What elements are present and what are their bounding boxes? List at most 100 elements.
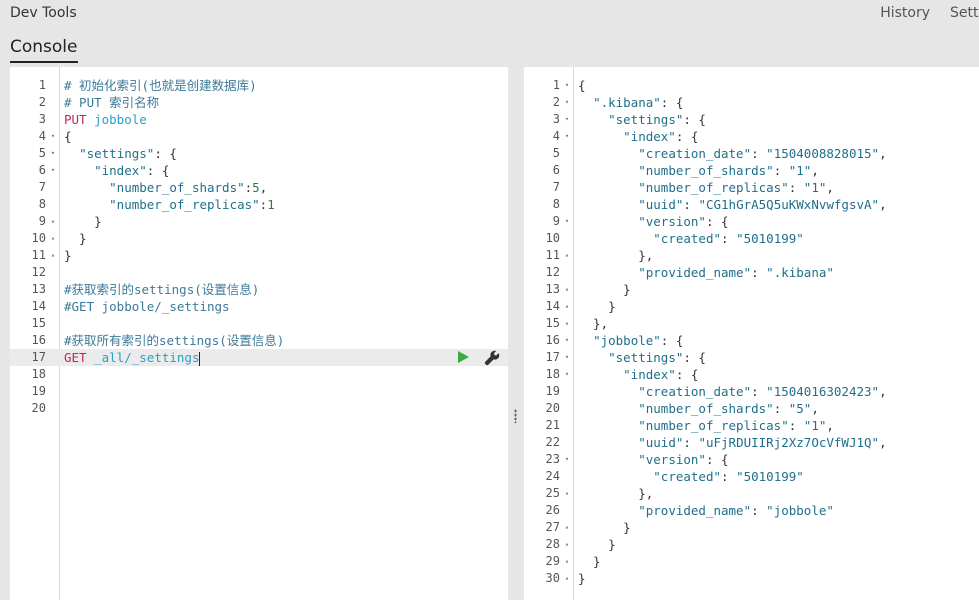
code-token: } <box>64 248 72 263</box>
fold-open-icon[interactable]: ▾ <box>563 366 571 383</box>
code-token: #GET jobbole/_settings <box>64 299 230 314</box>
fold-close-icon[interactable]: ▴ <box>563 485 571 502</box>
fold-open-icon[interactable]: ▾ <box>563 451 571 468</box>
code-token: "1" <box>803 418 827 433</box>
code-text: "version": { <box>578 213 729 230</box>
code-line[interactable]: 12 <box>10 264 508 281</box>
fold-open-icon[interactable]: ▾ <box>563 349 571 366</box>
code-token: : <box>751 265 767 280</box>
code-line: 16 ▾ "jobbole": { <box>524 332 979 349</box>
code-line[interactable]: 3 PUT jobbole <box>10 111 508 128</box>
code-token: } <box>578 537 616 552</box>
code-token: : { <box>660 333 684 348</box>
code-line[interactable]: 14 #GET jobbole/_settings <box>10 298 508 315</box>
code-text: PUT jobbole <box>64 111 147 128</box>
fold-open-icon[interactable]: ▾ <box>563 111 571 128</box>
fold-open-icon[interactable]: ▾ <box>563 94 571 111</box>
fold-close-icon[interactable]: ▴ <box>563 570 571 587</box>
settings-link[interactable]: Settings <box>950 5 979 21</box>
code-token: : { <box>705 452 729 467</box>
code-line: 24 "created": "5010199" <box>524 468 979 485</box>
fold-open-icon[interactable]: ▾ <box>563 128 571 145</box>
code-line[interactable]: 8 "number_of_replicas":1 <box>10 196 508 213</box>
fold-close-icon[interactable]: ▴ <box>563 298 571 315</box>
play-icon[interactable] <box>458 351 469 363</box>
wrench-icon[interactable] <box>484 350 500 366</box>
line-number: 18 <box>545 367 560 381</box>
code-line[interactable]: 6 ▾ "index": { <box>10 162 508 179</box>
app-title: Dev Tools <box>10 5 77 21</box>
fold-close-icon[interactable]: ▴ <box>563 281 571 298</box>
fold-close-icon[interactable]: ▴ <box>563 536 571 553</box>
code-token: "number_of_replicas" <box>638 418 789 433</box>
code-token: "index" <box>623 129 676 144</box>
fold-close-icon[interactable]: ▴ <box>49 247 57 264</box>
code-line[interactable]: 16 #获取所有索引的settings(设置信息) <box>10 332 508 349</box>
line-number: 21 <box>545 418 560 432</box>
code-line[interactable]: 1 # 初始化索引(也就是创建数据库) <box>10 77 508 94</box>
code-line[interactable]: 17 GET _all/_settings <box>10 349 508 366</box>
code-line: 7 "number_of_replicas": "1", <box>524 179 979 196</box>
fold-close-icon[interactable]: ▴ <box>563 315 571 332</box>
line-number: 2 <box>38 95 46 109</box>
code-text: "number_of_shards": "5", <box>578 400 819 417</box>
code-token: "uuid" <box>638 435 684 450</box>
code-line[interactable]: 18 <box>10 366 508 383</box>
fold-close-icon[interactable]: ▴ <box>563 519 571 536</box>
line-number: 30 <box>545 571 560 585</box>
fold-close-icon[interactable]: ▴ <box>563 247 571 264</box>
code-line[interactable]: 2 # PUT 索引名称 <box>10 94 508 111</box>
code-text: "provided_name": "jobbole" <box>578 502 834 519</box>
line-number: 4 <box>552 129 560 143</box>
code-line[interactable]: 10 ▴ } <box>10 230 508 247</box>
history-link[interactable]: History <box>880 5 930 21</box>
code-line[interactable]: 7 "number_of_shards":5, <box>10 179 508 196</box>
fold-close-icon[interactable]: ▴ <box>49 230 57 247</box>
fold-open-icon[interactable]: ▾ <box>563 213 571 230</box>
code-line: 25 ▴ }, <box>524 485 979 502</box>
code-text: "number_of_replicas":1 <box>64 196 275 213</box>
fold-open-icon[interactable]: ▾ <box>49 128 57 145</box>
code-line[interactable]: 11 ▴} <box>10 247 508 264</box>
fold-open-icon[interactable]: ▾ <box>49 162 57 179</box>
code-text: "number_of_replicas": "1", <box>578 417 834 434</box>
code-line[interactable]: 9 ▴ } <box>10 213 508 230</box>
code-token: : { <box>660 95 684 110</box>
code-line[interactable]: 5 ▾ "settings": { <box>10 145 508 162</box>
drag-handle-icon[interactable] <box>514 409 517 423</box>
code-line[interactable]: 20 <box>10 400 508 417</box>
fold-open-icon[interactable]: ▾ <box>563 332 571 349</box>
fold-open-icon[interactable]: ▾ <box>563 77 571 94</box>
code-line[interactable]: 13 #获取索引的settings(设置信息) <box>10 281 508 298</box>
fold-open-icon[interactable]: ▾ <box>49 145 57 162</box>
code-token: } <box>578 520 631 535</box>
code-text: } <box>578 519 631 536</box>
code-token: "5010199" <box>736 469 804 484</box>
code-line[interactable]: 4 ▾ { <box>10 128 508 145</box>
code-line[interactable]: 19 <box>10 383 508 400</box>
code-token: "creation_date" <box>638 384 752 399</box>
fold-close-icon[interactable]: ▴ <box>49 213 57 230</box>
code-token: : <box>788 418 804 433</box>
code-text: { <box>578 77 586 94</box>
fold-close-icon[interactable]: ▴ <box>563 553 571 570</box>
line-number: 9 <box>38 214 46 228</box>
line-number: 11 <box>31 248 46 262</box>
line-number: 12 <box>31 265 46 279</box>
code-token: } <box>64 231 87 246</box>
code-token: 1 <box>267 197 275 212</box>
code-line[interactable]: 15 <box>10 315 508 332</box>
tab-console[interactable]: Console <box>10 37 78 63</box>
line-number: 8 <box>38 197 46 211</box>
request-editor[interactable]: 1 # 初始化索引(也就是创建数据库) 2 # PUT 索引名称 3 PUT jobbol… <box>10 67 508 600</box>
code-token: : { <box>683 350 706 365</box>
code-text: "settings": { <box>64 145 177 162</box>
panel-divider[interactable] <box>508 67 524 600</box>
line-number: 14 <box>545 299 560 313</box>
code-token: : { <box>705 214 729 229</box>
